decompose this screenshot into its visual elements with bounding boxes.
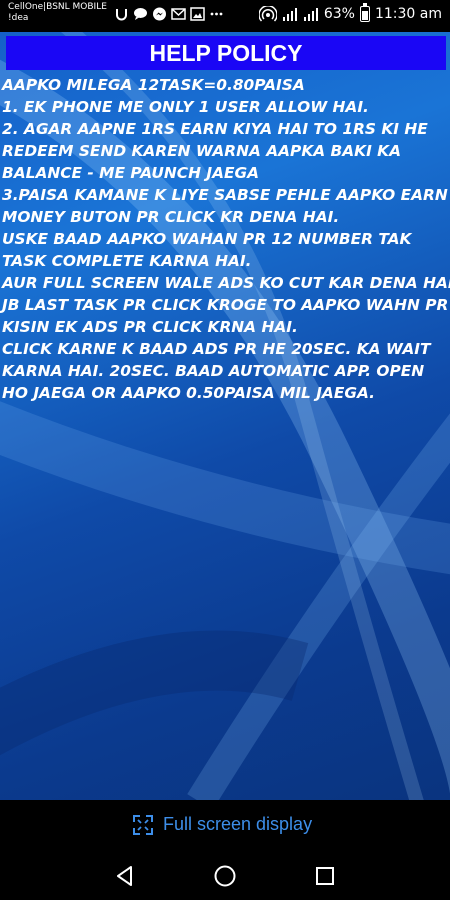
fullscreen-bar: Full screen display (0, 800, 450, 852)
chat-bubble-icon (133, 6, 148, 20)
status-bar: CellOne|BSNL MOBILE !dea 63% 11:30 am (0, 0, 450, 32)
status-time: 11:30 am (374, 6, 442, 22)
carrier-line-1: CellOne|BSNL MOBILE (8, 2, 107, 12)
hotspot-icon (258, 5, 278, 22)
policy-line: JB LAST TASK PR CLICK KROGE TO AAPKO WAH… (2, 296, 449, 314)
mail-icon (171, 6, 186, 20)
status-right: 63% 11:30 am (258, 3, 442, 22)
fullscreen-display-button[interactable]: Full screen display (133, 814, 312, 835)
battery-icon (359, 3, 370, 22)
policy-line: 3.PAISA KAMANE K LIYE SABSE PEHLE AAPKO … (2, 186, 448, 204)
policy-line: 2. AGAR AAPNE 1RS EARN KIYA HAI TO 1RS K… (2, 120, 428, 138)
signal-icon-2 (303, 7, 319, 21)
policy-line: REDEEM SEND KAREN WARNA AAPKA BAKI KA (2, 142, 402, 160)
policy-line: BALANCE - ME PAUNCH JAEGA (2, 164, 260, 182)
policy-line: TASK COMPLETE KARNA HAI. (2, 252, 252, 270)
carrier-info: CellOne|BSNL MOBILE !dea (8, 2, 107, 24)
carrier-line-2: !dea (8, 13, 29, 23)
policy-line: CLICK KARNE K BAAD ADS PR HE 20SEC. KA W… (2, 340, 431, 358)
more-dots-icon (209, 6, 224, 20)
battery-percent: 63% (323, 6, 355, 22)
policy-line: HO JAEGA OR AAPKO 0.50PAISA MIL JAEGA. (2, 384, 376, 402)
signal-icon (282, 7, 298, 21)
home-icon[interactable] (213, 864, 237, 888)
policy-line: MONEY BUTON PR CLICK KR DENA HAI. (2, 208, 340, 226)
gallery-icon (190, 6, 205, 21)
help-policy-screen: HELP POLICY AAPKO MILEGA 12TASK=0.80PAIS… (0, 32, 450, 800)
policy-line: AAPKO MILEGA 12TASK=0.80PAISA (2, 76, 305, 94)
fullscreen-label: Full screen display (163, 814, 313, 834)
back-icon[interactable] (113, 864, 137, 888)
recents-icon[interactable] (313, 864, 337, 888)
policy-line: KISIN EK ADS PR CLICK KRNA HAI. (2, 318, 298, 336)
messenger-icon (152, 6, 167, 21)
page-title: HELP POLICY (6, 36, 446, 70)
navigation-bar (0, 852, 450, 900)
policy-line: KARNA HAI. 20SEC. BAAD AUTOMATIC APP. OP… (2, 362, 425, 380)
notification-icons (114, 6, 224, 21)
policy-line: 1. EK PHONE ME ONLY 1 USER ALLOW HAI. (2, 98, 369, 116)
policy-text: AAPKO MILEGA 12TASK=0.80PAISA 1. EK PHON… (2, 74, 450, 404)
policy-line: USKE BAAD AAPKO WAHAN PR 12 NUMBER TAK (2, 230, 412, 248)
u-notification-icon (114, 6, 129, 21)
policy-line: AUR FULL SCREEN WALE ADS KO CUT KAR DENA… (2, 274, 450, 292)
expand-icon (133, 814, 153, 835)
